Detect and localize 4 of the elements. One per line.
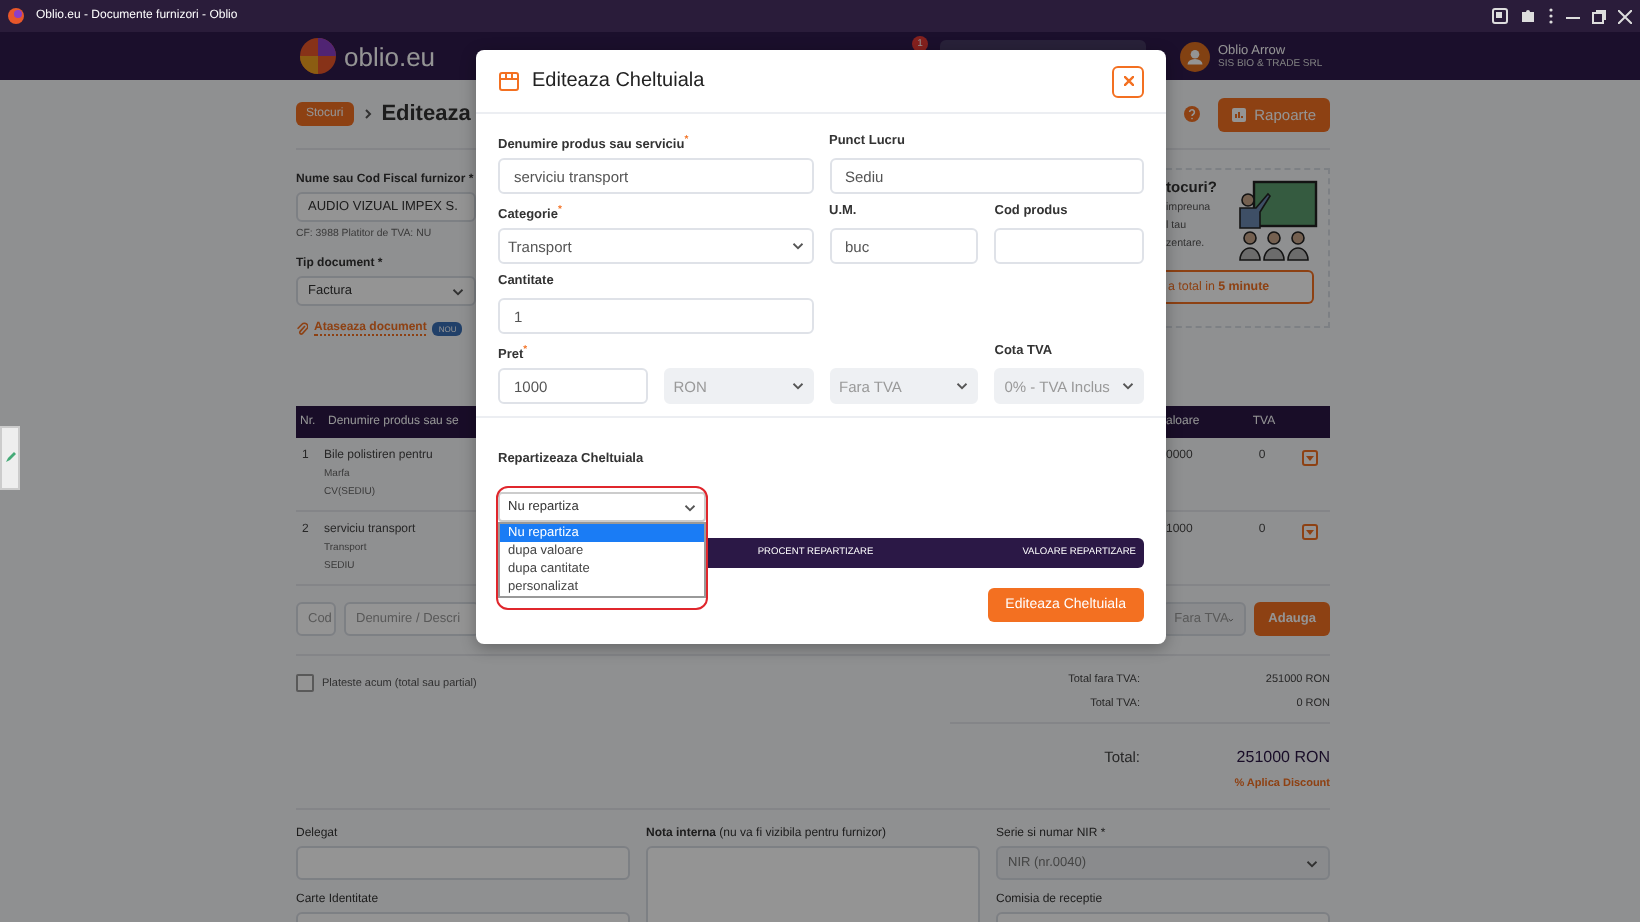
- modal-title: Editeaza Cheltuiala: [532, 70, 705, 92]
- total-value: 251000 RON: [1234, 746, 1330, 766]
- page-title: Editeaza: [381, 102, 471, 126]
- logo-text: oblio.eu: [344, 41, 436, 71]
